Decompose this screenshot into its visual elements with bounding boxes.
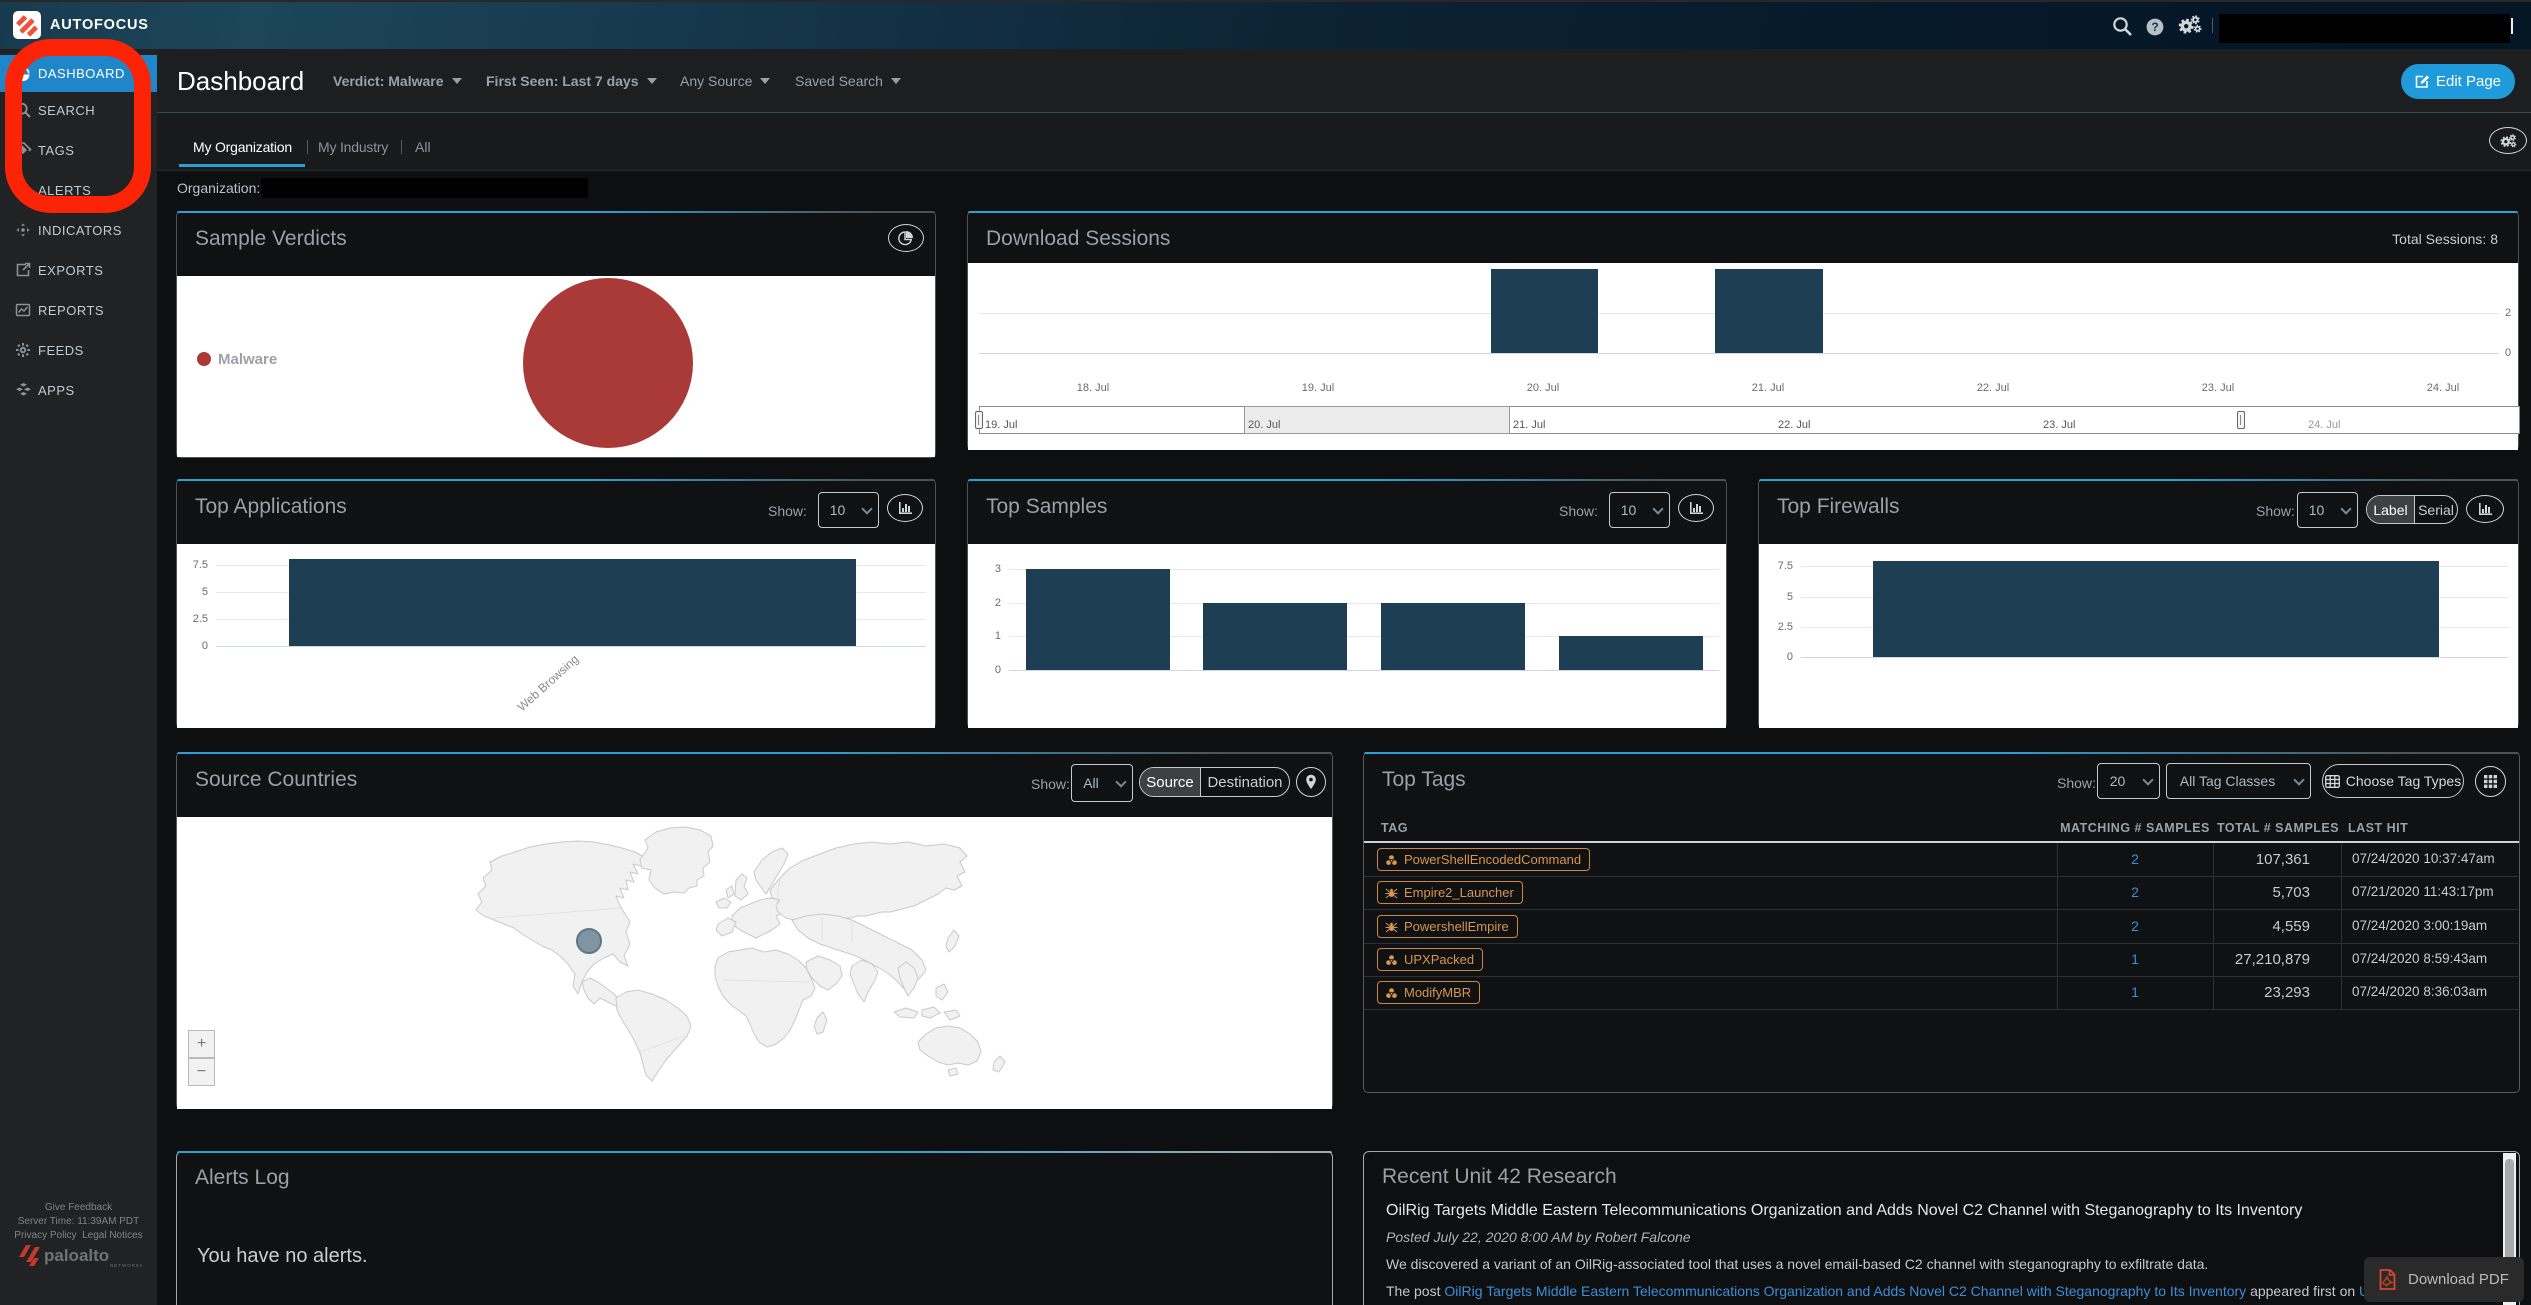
svg-text:?: ? [2151,20,2158,34]
svg-text:NETWORKS: NETWORKS [110,1263,142,1268]
svg-text:paloalto: paloalto [44,1246,109,1265]
